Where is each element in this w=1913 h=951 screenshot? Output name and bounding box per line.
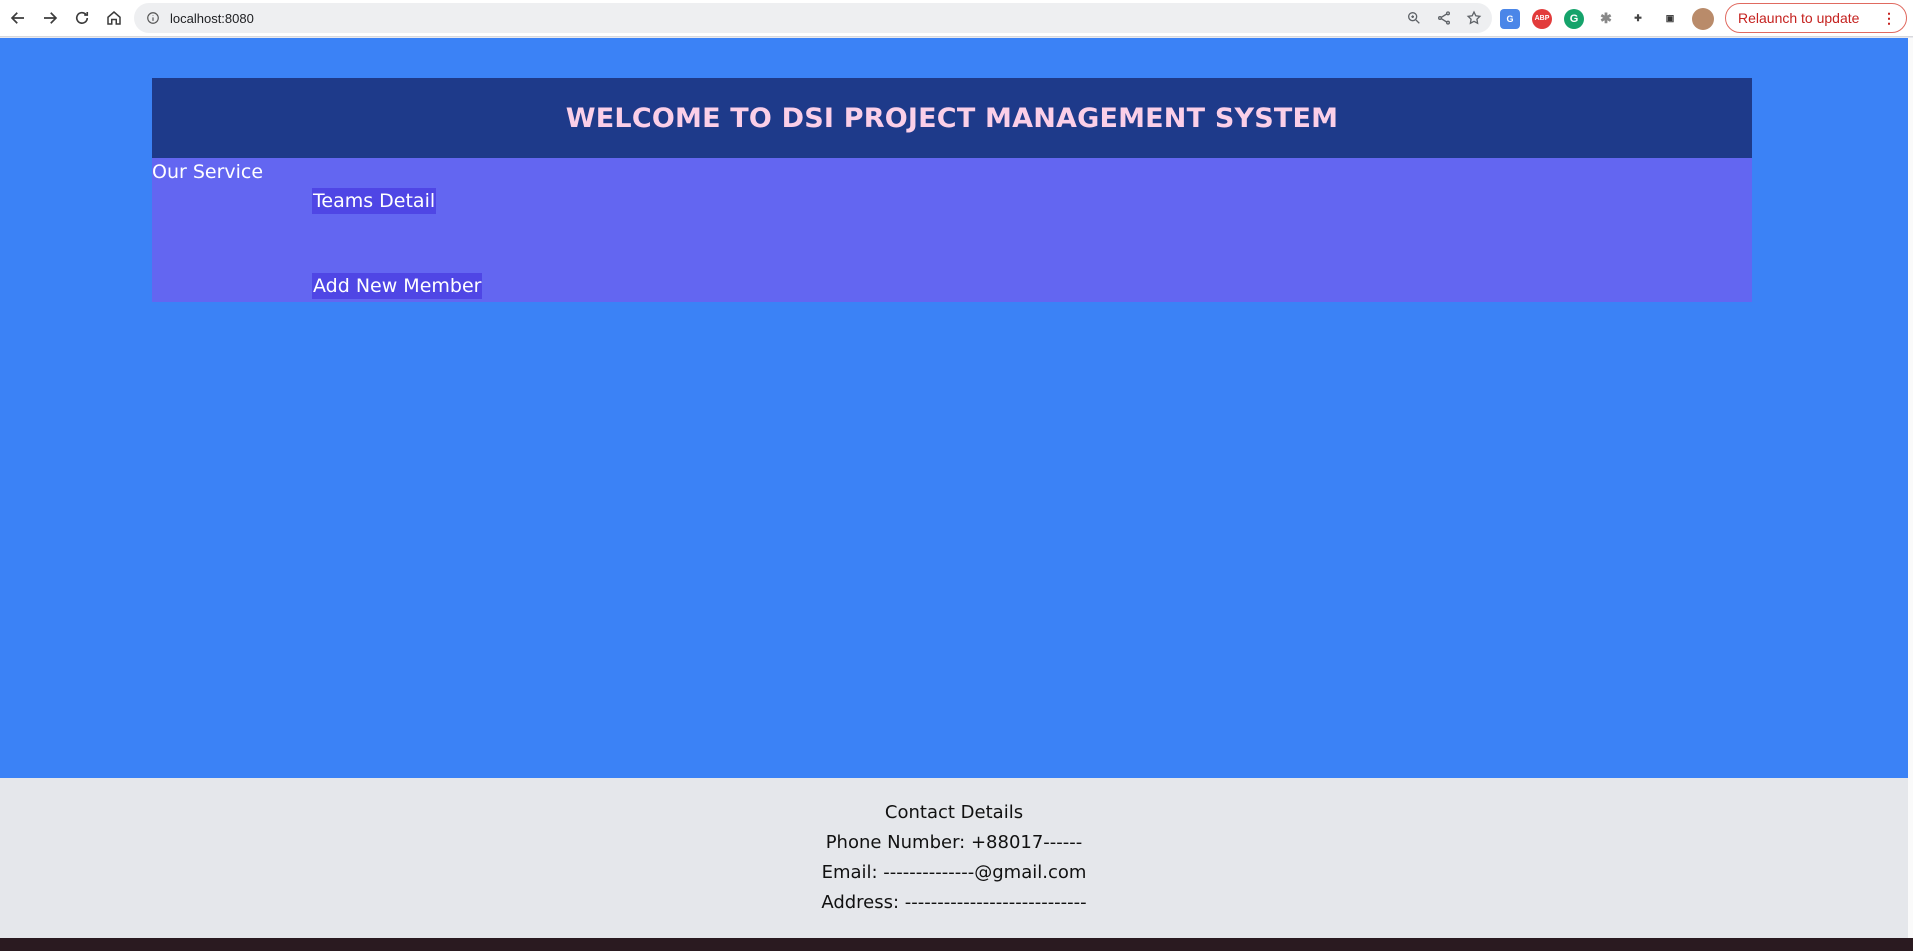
site-header: WELCOME TO DSI PROJECT MANAGEMENT SYSTEM <box>152 78 1752 158</box>
extensions-puzzle-icon[interactable]: ✚ <box>1628 9 1648 29</box>
more-menu-icon[interactable]: ⋮ <box>1882 10 1896 27</box>
relaunch-button[interactable]: Relaunch to update ⋮ <box>1725 3 1907 33</box>
relaunch-label: Relaunch to update <box>1738 10 1860 26</box>
os-taskbar <box>0 938 1913 951</box>
google-translate-icon[interactable]: G <box>1500 8 1520 29</box>
service-panel: Our Service Teams Detail Add New Member <box>152 158 1752 302</box>
zoom-icon[interactable] <box>1406 10 1422 26</box>
extensions-bar: G ABP G ✱ ✚ ▣ <box>1500 0 1714 37</box>
teams-detail-link[interactable]: Teams Detail <box>312 188 437 214</box>
add-new-member-link[interactable]: Add New Member <box>312 273 483 299</box>
reload-icon[interactable] <box>66 2 98 34</box>
browser-toolbar: localhost:8080 G ABP G ✱ ✚ ▣ Relaunch to… <box>0 0 1913 37</box>
info-icon[interactable] <box>146 11 160 25</box>
contact-phone: Phone Number: +88017------ <box>825 832 1083 853</box>
home-icon[interactable] <box>98 2 130 34</box>
share-icon[interactable] <box>1436 10 1452 26</box>
back-icon[interactable] <box>2 2 34 34</box>
bookmark-star-icon[interactable] <box>1466 10 1482 26</box>
contact-title: Contact Details <box>884 802 1024 823</box>
grammarly-icon[interactable]: G <box>1564 8 1584 29</box>
page-title: WELCOME TO DSI PROJECT MANAGEMENT SYSTEM <box>565 102 1339 134</box>
address-bar[interactable]: localhost:8080 <box>134 3 1492 33</box>
contact-footer: Contact Details Phone Number: +88017----… <box>0 778 1908 938</box>
contact-email: Email: --------------@gmail.com <box>821 862 1087 883</box>
url-text[interactable]: localhost:8080 <box>170 11 254 26</box>
side-panel-icon[interactable]: ▣ <box>1660 9 1680 29</box>
page-body: WELCOME TO DSI PROJECT MANAGEMENT SYSTEM… <box>0 38 1908 778</box>
bug-icon[interactable]: ✱ <box>1596 9 1616 29</box>
our-service-label: Our Service <box>152 161 264 183</box>
contact-address: Address: ---------------------------- <box>821 892 1087 913</box>
forward-icon[interactable] <box>34 2 66 34</box>
profile-avatar[interactable] <box>1692 7 1714 30</box>
adblock-plus-icon[interactable]: ABP <box>1532 8 1552 29</box>
scrollbar-track[interactable] <box>1908 38 1913 938</box>
